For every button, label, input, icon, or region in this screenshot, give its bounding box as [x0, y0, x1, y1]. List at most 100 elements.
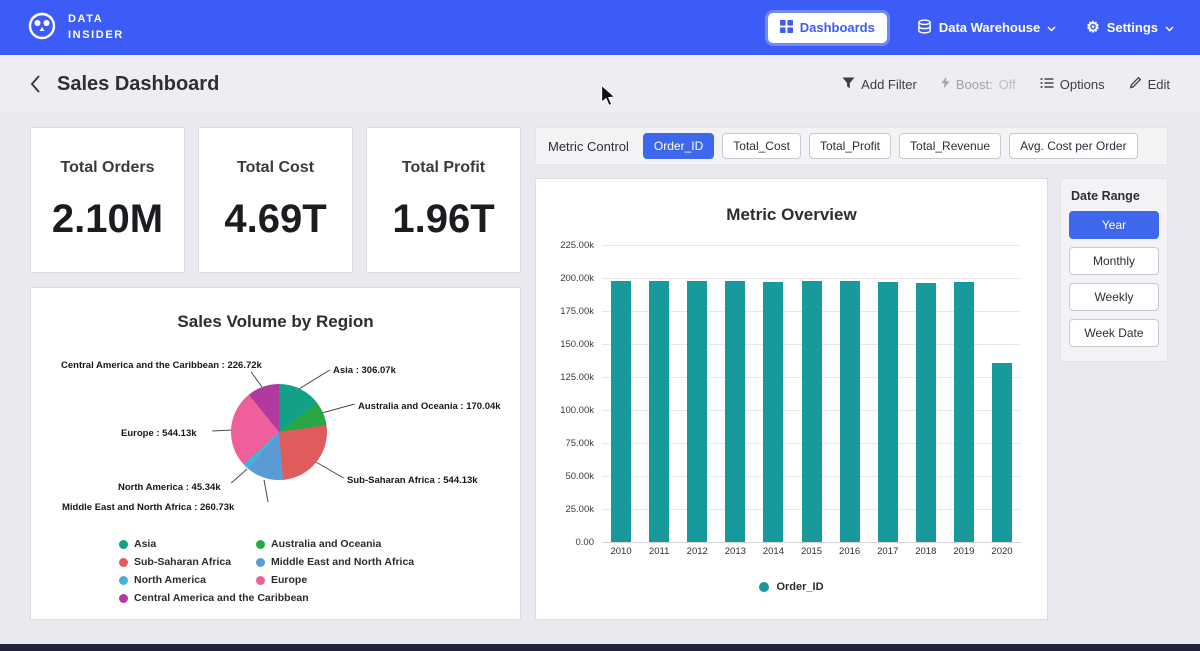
gear-icon: ⚙	[1086, 20, 1099, 35]
bar-slot	[945, 245, 983, 542]
y-tick-label: 50.00k	[565, 471, 594, 482]
kpi-total-profit: Total Profit 1.96T	[366, 127, 521, 273]
pie-label-europe: Europe : 544.13k	[121, 428, 197, 439]
legend-dot	[256, 558, 265, 567]
legend-label: Order_ID	[776, 581, 823, 593]
dashboards-button[interactable]: Dashboards	[768, 13, 887, 43]
bar-2016	[840, 281, 860, 542]
x-tick-label: 2019	[945, 546, 983, 557]
y-tick-label: 75.00k	[565, 438, 594, 449]
y-tick-label: 100.00k	[560, 405, 594, 416]
legend-label: Central America and the Caribbean	[134, 592, 309, 604]
edit-button[interactable]: Edit	[1129, 76, 1170, 92]
date-range-option-year[interactable]: Year	[1069, 211, 1159, 239]
dashboard-body: Total Orders 2.10M Total Cost 4.69T Tota…	[0, 113, 1200, 620]
bar-slot	[831, 245, 869, 542]
metric-option-order-id[interactable]: Order_ID	[643, 133, 714, 159]
y-tick-label: 125.00k	[560, 372, 594, 383]
x-tick-label: 2017	[869, 546, 907, 557]
chevron-down-icon	[1047, 20, 1056, 35]
bar-slot	[907, 245, 945, 542]
settings-menu[interactable]: ⚙ Settings	[1086, 20, 1174, 35]
legend-dot	[119, 540, 128, 549]
pie-label-north-america: North America : 45.34k	[118, 482, 221, 493]
legend-label: North America	[134, 574, 206, 586]
legend-dot	[256, 540, 265, 549]
bar-plot	[602, 245, 1021, 542]
kpi-value: 1.96T	[392, 197, 494, 242]
pie-legend: Asia Sub-Saharan Africa North America Centr…	[119, 538, 504, 604]
pie-label-central-america: Central America and the Caribbean : 226.…	[61, 360, 262, 371]
legend-label: Europe	[271, 574, 307, 586]
pie-legend-item-north-america[interactable]: North America	[119, 574, 256, 586]
pie-legend-item-europe[interactable]: Europe	[256, 574, 504, 586]
page-title: Sales Dashboard	[57, 73, 219, 96]
bar-2020	[992, 363, 1012, 542]
options-button[interactable]: Options	[1040, 77, 1105, 92]
brand-name: DATA INSIDER	[68, 12, 124, 43]
date-range-option-monthly[interactable]: Monthly	[1069, 247, 1159, 275]
x-tick-label: 2011	[640, 546, 678, 557]
metric-option-total-profit[interactable]: Total_Profit	[809, 133, 891, 159]
owl-logo-icon	[26, 9, 58, 46]
bar-chart-legend[interactable]: Order_ID	[550, 581, 1033, 593]
legend-label: Sub-Saharan Africa	[134, 556, 231, 568]
bar-2015	[802, 281, 822, 542]
pie-legend-item-middle-east-and-north-africa[interactable]: Middle East and North Africa	[256, 556, 504, 568]
data-warehouse-menu[interactable]: Data Warehouse	[917, 19, 1056, 37]
metric-option-avg-cost-per-order[interactable]: Avg. Cost per Order	[1009, 133, 1138, 159]
pie-label-middle-east-north-africa: Middle East and North Africa : 260.73k	[62, 502, 234, 513]
kpi-total-cost: Total Cost 4.69T	[198, 127, 353, 273]
date-range-option-week-date[interactable]: Week Date	[1069, 319, 1159, 347]
legend-label: Middle East and North Africa	[271, 556, 414, 568]
pie-legend-item-asia[interactable]: Asia	[119, 538, 256, 550]
kpi-label: Total Profit	[402, 159, 485, 177]
bar-slot	[640, 245, 678, 542]
bar-chart-card: Metric Overview 225.00k200.00k175.00k150…	[535, 178, 1048, 620]
x-tick-label: 2018	[907, 546, 945, 557]
legend-label: Asia	[134, 538, 156, 550]
brand: DATA INSIDER	[26, 9, 124, 46]
bar-slot	[716, 245, 754, 542]
y-tick-label: 25.00k	[565, 504, 594, 515]
metric-control-bar: Metric Control Order_IDTotal_CostTotal_P…	[535, 127, 1168, 165]
app-root: DATA INSIDER Dashboards	[0, 0, 1200, 620]
metric-option-total-revenue[interactable]: Total_Revenue	[899, 133, 1001, 159]
bar-2010	[611, 281, 631, 542]
x-tick-label: 2014	[754, 546, 792, 557]
legend-label: Australia and Oceania	[271, 538, 381, 550]
bar-slot	[869, 245, 907, 542]
pie-chart	[231, 384, 327, 480]
dashboards-grid-icon	[780, 20, 793, 36]
x-tick-label: 2010	[602, 546, 640, 557]
kpi-label: Total Orders	[61, 159, 155, 177]
database-icon	[917, 19, 932, 37]
pie-label-australia-oceania: Australia and Oceania : 170.04k	[358, 401, 501, 412]
metric-option-total-cost[interactable]: Total_Cost	[722, 133, 801, 159]
bar-slot	[792, 245, 830, 542]
add-filter-button[interactable]: Add Filter	[842, 77, 917, 92]
y-axis: 225.00k200.00k175.00k150.00k125.00k100.0…	[550, 245, 602, 542]
bar-2014	[763, 282, 783, 542]
bar-2011	[649, 281, 669, 542]
back-button[interactable]	[30, 75, 41, 93]
chevron-down-icon	[1165, 20, 1174, 35]
pie-legend-item-central-america-and-the-caribbean[interactable]: Central America and the Caribbean	[119, 592, 256, 604]
date-range-panel: Date Range YearMonthlyWeeklyWeek Date	[1060, 178, 1168, 362]
bars	[602, 245, 1021, 542]
pie-chart-area: Central America and the Caribbean : 226.…	[47, 340, 504, 528]
bar-slot	[678, 245, 716, 542]
x-tick-label: 2015	[792, 546, 830, 557]
metric-options: Order_ID Total_Cost Total_Profit Total_Reve…	[643, 133, 1138, 159]
kpi-label: Total Cost	[237, 159, 314, 177]
date-range-option-weekly[interactable]: Weekly	[1069, 283, 1159, 311]
pie-legend-item-sub-saharan-africa[interactable]: Sub-Saharan Africa	[119, 556, 256, 568]
top-navbar: DATA INSIDER Dashboards	[0, 0, 1200, 55]
boost-toggle[interactable]: Boost:Off	[941, 76, 1016, 92]
gridline	[602, 542, 1021, 543]
pie-chart-card: Sales Volume by Region	[30, 287, 521, 620]
legend-dot	[256, 576, 265, 585]
bottom-strip	[0, 644, 1200, 651]
x-tick-label: 2013	[716, 546, 754, 557]
pie-legend-item-australia-and-oceania[interactable]: Australia and Oceania	[256, 538, 504, 550]
